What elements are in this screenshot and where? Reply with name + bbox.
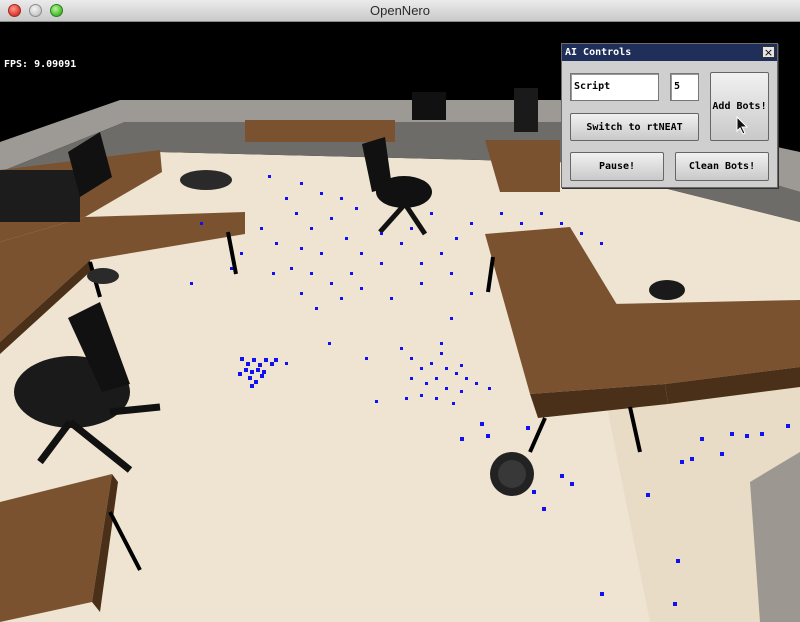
chair-base xyxy=(649,280,685,300)
ai-controls-title: AI Controls xyxy=(562,44,777,61)
computer-monitor xyxy=(412,92,446,120)
chair-base xyxy=(180,170,232,190)
close-icon[interactable]: × xyxy=(762,46,775,58)
bot-count-input[interactable]: 5 xyxy=(670,73,699,101)
mouse-cursor-icon xyxy=(736,116,749,135)
window-title: OpenNero xyxy=(370,3,430,18)
computer-tower xyxy=(514,88,538,132)
script-input[interactable]: Script xyxy=(570,73,659,101)
fps-counter: FPS: 9.09091 xyxy=(4,59,77,70)
pause-button[interactable]: Pause! xyxy=(570,152,664,181)
desk xyxy=(245,120,395,142)
switch-to-rtneat-button[interactable]: Switch to rtNEAT xyxy=(570,113,699,141)
clean-bots-button[interactable]: Clean Bots! xyxy=(675,152,769,181)
window-titlebar: OpenNero xyxy=(0,0,800,22)
computer-tower xyxy=(0,170,80,222)
